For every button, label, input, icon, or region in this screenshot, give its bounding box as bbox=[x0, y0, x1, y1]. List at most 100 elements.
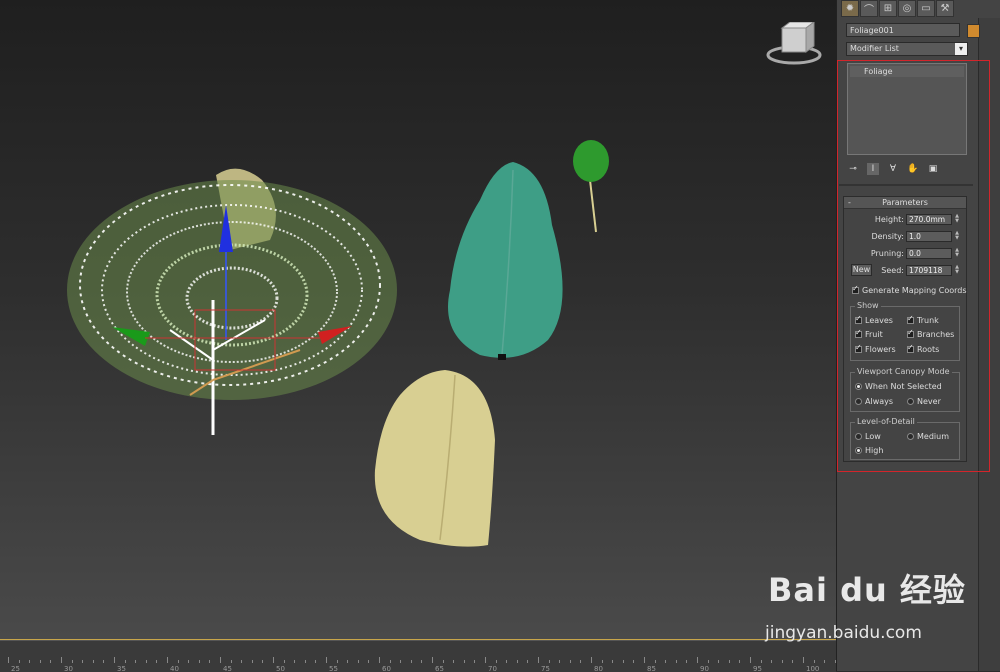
spinner-arrows-icon[interactable]: ▲ ▼ bbox=[954, 264, 960, 276]
panel-scrollbar[interactable] bbox=[978, 18, 1000, 671]
create-tab[interactable]: ✹ bbox=[841, 0, 859, 17]
ruler-minor-tick bbox=[39, 660, 41, 663]
ruler-minor-tick bbox=[347, 660, 349, 663]
density-spinner[interactable]: 1.0 bbox=[906, 230, 952, 242]
object-name-input[interactable] bbox=[846, 23, 960, 37]
spinner-arrows-icon[interactable]: ▲ ▼ bbox=[954, 213, 960, 225]
lod-high-radio[interactable]: High bbox=[855, 446, 883, 455]
ruler-minor-tick bbox=[50, 660, 52, 663]
modifier-list-label: Modifier List bbox=[850, 44, 899, 53]
utilities-tab[interactable]: ⚒ bbox=[936, 0, 954, 17]
radio-icon[interactable] bbox=[855, 433, 862, 440]
ruler-minor-tick bbox=[294, 660, 296, 663]
flowers-checkbox[interactable]: Flowers bbox=[855, 343, 896, 354]
ruler-tick bbox=[750, 657, 751, 663]
radio-icon[interactable] bbox=[855, 447, 862, 454]
checkbox-icon[interactable] bbox=[907, 314, 914, 324]
pin-stack-icon[interactable]: ⊸ bbox=[847, 163, 859, 175]
ruler-minor-tick bbox=[580, 660, 582, 663]
checkbox-icon[interactable] bbox=[907, 343, 914, 353]
make-unique-icon[interactable]: ∀ bbox=[887, 163, 899, 175]
stack-item-foliage[interactable]: Foliage bbox=[850, 66, 964, 77]
checkbox-icon[interactable] bbox=[855, 328, 862, 338]
ruler-minor-tick bbox=[675, 660, 677, 663]
pruning-label: Pruning: bbox=[870, 248, 904, 258]
fruit-checkbox[interactable]: Fruit bbox=[855, 328, 883, 339]
ruler-minor-tick bbox=[29, 660, 31, 663]
ruler-minor-tick bbox=[654, 660, 656, 663]
ruler-minor-tick bbox=[188, 660, 190, 663]
ruler-minor-tick bbox=[633, 660, 635, 663]
ruler-minor-tick bbox=[82, 660, 84, 663]
modifier-list-dropdown[interactable]: Modifier List ▾ bbox=[846, 42, 968, 56]
stack-toolbar: ⊸ Ⅰ ∀ ✋ ▣ bbox=[847, 162, 967, 176]
viewcube-icon[interactable] bbox=[766, 21, 822, 66]
modifier-stack[interactable]: Foliage bbox=[847, 63, 967, 155]
seed-spinner[interactable]: 1709118 bbox=[906, 264, 952, 276]
never-radio[interactable]: Never bbox=[907, 397, 941, 406]
lod-high-label: High bbox=[865, 446, 884, 455]
motion-icon: ◎ bbox=[902, 3, 912, 14]
radio-icon[interactable] bbox=[907, 398, 914, 405]
lod-low-radio[interactable]: Low bbox=[855, 432, 881, 441]
parameters-rollout-header[interactable]: - Parameters bbox=[844, 197, 966, 209]
checkbox-icon[interactable] bbox=[855, 314, 862, 324]
ruler-minor-tick bbox=[686, 660, 688, 663]
checkbox-icon[interactable] bbox=[852, 284, 859, 294]
leaves-checkbox[interactable]: Leaves bbox=[855, 314, 893, 325]
yellow-tree[interactable] bbox=[374, 370, 495, 547]
ruler-minor-tick bbox=[559, 660, 561, 663]
radio-icon[interactable] bbox=[907, 433, 914, 440]
object-color-swatch[interactable] bbox=[967, 24, 980, 38]
radio-icon[interactable] bbox=[855, 383, 862, 390]
ruler-minor-tick bbox=[612, 660, 614, 663]
new-seed-button[interactable]: New bbox=[851, 264, 872, 276]
ruler-minor-tick bbox=[262, 660, 264, 663]
pruning-spinner[interactable]: 0.0 bbox=[906, 247, 952, 259]
ruler-tick bbox=[326, 657, 327, 663]
ruler-minor-tick bbox=[453, 660, 455, 663]
ruler-minor-tick bbox=[410, 660, 412, 663]
when-not-selected-radio[interactable]: When Not Selected bbox=[855, 382, 942, 391]
when-not-selected-label: When Not Selected bbox=[865, 382, 942, 391]
ruler-minor-tick bbox=[707, 660, 709, 663]
show-end-result-icon[interactable]: Ⅰ bbox=[867, 163, 879, 175]
configure-sets-icon[interactable]: ▣ bbox=[927, 163, 939, 175]
branches-checkbox[interactable]: Branches bbox=[907, 328, 955, 339]
hierarchy-tab[interactable]: ⊞ bbox=[879, 0, 897, 17]
spinner-arrows-icon[interactable]: ▲ ▼ bbox=[954, 247, 960, 259]
ruler-minor-tick bbox=[739, 660, 741, 663]
height-spinner[interactable]: 270.0mm bbox=[906, 213, 952, 225]
generate-mapping-checkbox[interactable]: Generate Mapping Coords bbox=[852, 284, 967, 295]
ruler-tick bbox=[644, 657, 645, 663]
chevron-down-icon[interactable]: ▾ bbox=[955, 43, 967, 55]
checkbox-icon[interactable] bbox=[855, 343, 862, 353]
hierarchy-icon: ⊞ bbox=[883, 3, 893, 14]
roots-checkbox[interactable]: Roots bbox=[907, 343, 939, 354]
ruler-minor-tick bbox=[336, 660, 338, 663]
spinner-arrows-icon[interactable]: ▲ ▼ bbox=[954, 230, 960, 242]
timeline-ruler[interactable]: 25 30 35 40 45 50 55 60 65 70 75 80 85 90 95 100 bbox=[0, 640, 836, 672]
ruler-minor-tick bbox=[771, 660, 773, 663]
parameters-title: Parameters bbox=[882, 198, 928, 207]
lod-medium-radio[interactable]: Medium bbox=[907, 432, 949, 441]
remove-modifier-icon[interactable]: ✋ bbox=[907, 163, 919, 175]
checkbox-icon[interactable] bbox=[907, 328, 914, 338]
ruler-minor-tick bbox=[230, 660, 232, 663]
ruler-minor-tick bbox=[527, 660, 529, 663]
perspective-viewport[interactable] bbox=[0, 0, 836, 640]
pruning-row: Pruning: 0.0 ▲ ▼ bbox=[871, 247, 960, 259]
display-tab[interactable]: ▭ bbox=[917, 0, 935, 17]
trunk-checkbox[interactable]: Trunk bbox=[907, 314, 939, 325]
always-radio[interactable]: Always bbox=[855, 397, 893, 406]
modify-tab[interactable]: ⌒ bbox=[860, 0, 878, 17]
teal-tree[interactable] bbox=[448, 162, 563, 360]
parameters-rollout: - Parameters Height: 270.0mm ▲ ▼ Density:… bbox=[843, 196, 967, 462]
motion-tab[interactable]: ◎ bbox=[898, 0, 916, 17]
radio-icon[interactable] bbox=[855, 398, 862, 405]
selected-tree[interactable] bbox=[67, 180, 397, 435]
small-tree[interactable] bbox=[573, 140, 609, 233]
ruler-tick bbox=[697, 657, 698, 663]
always-label: Always bbox=[865, 397, 894, 406]
branches-label: Branches bbox=[917, 330, 955, 339]
